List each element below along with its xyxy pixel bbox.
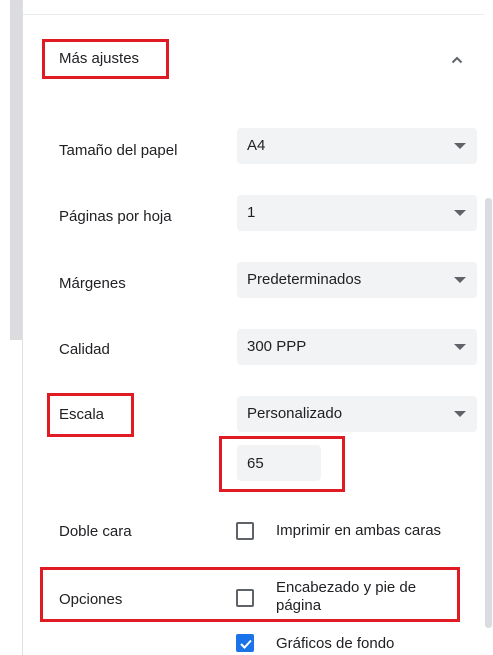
left-scrollbar-thumb[interactable] — [10, 0, 22, 340]
scale-custom-input[interactable] — [237, 445, 321, 481]
quality-label: Calidad — [59, 341, 110, 358]
dropdown-arrow-icon — [454, 411, 466, 417]
dropdown-arrow-icon — [454, 277, 466, 283]
margins-label: Márgenes — [59, 275, 126, 292]
margins-select[interactable]: Predeterminados — [237, 262, 477, 298]
paper-size-select[interactable]: A4 — [237, 128, 477, 164]
duplex-label: Doble cara — [59, 523, 132, 540]
paper-size-value: A4 — [247, 137, 266, 154]
scale-value: Personalizado — [247, 405, 343, 422]
header-footer-label-line2: página — [276, 597, 322, 614]
background-graphics-label[interactable]: Gráficos de fondo — [276, 635, 394, 653]
top-divider — [23, 14, 493, 15]
pages-per-sheet-label: Páginas por hoja — [59, 208, 172, 225]
quality-select[interactable]: 300 PPP — [237, 329, 477, 365]
duplex-option-label[interactable]: Imprimir en ambas caras — [276, 522, 441, 540]
scale-label: Escala — [59, 406, 105, 423]
options-label: Opciones — [59, 591, 123, 608]
checkmark-icon — [240, 639, 252, 649]
section-title[interactable]: Más ajustes — [59, 48, 139, 70]
header-footer-checkbox[interactable] — [236, 589, 254, 607]
quality-value: 300 PPP — [247, 338, 307, 355]
margins-value: Predeterminados — [247, 271, 362, 288]
pages-per-sheet-value: 1 — [247, 204, 256, 221]
scale-select[interactable]: Personalizado — [237, 396, 477, 432]
header-footer-label[interactable]: Encabezado y pie de página — [276, 579, 416, 615]
dropdown-arrow-icon — [454, 143, 466, 149]
dropdown-arrow-icon — [454, 344, 466, 350]
pages-per-sheet-select[interactable]: 1 — [237, 195, 477, 231]
header-footer-label-line1: Encabezado y pie de — [276, 579, 417, 596]
right-scrollbar-thumb[interactable] — [485, 198, 492, 628]
duplex-checkbox[interactable] — [236, 522, 254, 540]
panel-border — [22, 0, 23, 655]
background-graphics-checkbox[interactable] — [236, 634, 254, 652]
paper-size-label: Tamaño del papel — [59, 142, 178, 159]
dropdown-arrow-icon — [454, 210, 466, 216]
chevron-up-icon[interactable] — [450, 53, 464, 67]
